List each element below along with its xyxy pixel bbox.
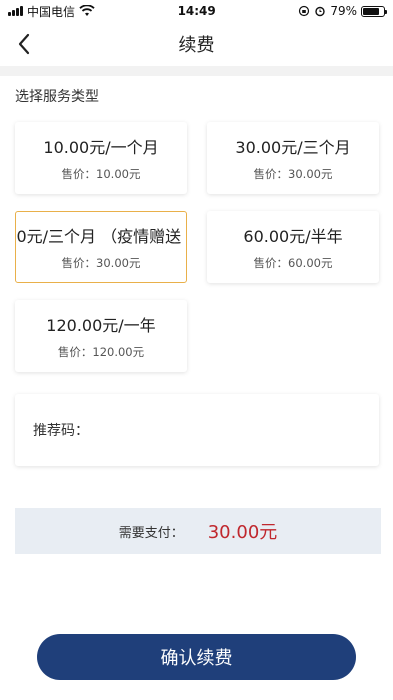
- plan-card-3-months-promo[interactable]: 30.00元/三个月 （疫情赠送 售价：30.00元: [15, 211, 187, 283]
- payment-row: 需要支付： 30.00元: [15, 508, 381, 554]
- plan-price: 售价：60.00元: [253, 256, 333, 270]
- confirm-renewal-button[interactable]: 确认续费: [37, 634, 356, 680]
- status-bar-left: 中国电信: [8, 3, 95, 20]
- orientation-lock-icon: [299, 5, 310, 17]
- back-button[interactable]: [10, 30, 38, 58]
- divider-band: [0, 66, 393, 76]
- plan-title: 60.00元/半年: [243, 227, 343, 246]
- battery-fill: [362, 7, 379, 15]
- battery-icon: [360, 5, 387, 17]
- plan-price: 售价：10.00元: [61, 167, 141, 181]
- plan-price: 售价：30.00元: [253, 167, 333, 181]
- referral-code-label: 推荐码：: [33, 423, 89, 439]
- page-title: 续费: [178, 35, 215, 56]
- plan-card-half-year[interactable]: 60.00元/半年 售价：60.00元: [207, 211, 379, 283]
- chevron-left-icon: [18, 33, 30, 55]
- plan-title: 30.00元/三个月 （疫情赠送: [16, 227, 182, 246]
- signal-icon: [8, 6, 23, 16]
- nav-bar: 续费: [0, 22, 393, 66]
- carrier-label: 中国电信: [27, 4, 76, 19]
- battery-percent: 79%: [330, 4, 357, 18]
- status-bar: 中国电信 14:49 79%: [0, 0, 393, 22]
- plan-price: 售价：30.00元: [61, 256, 141, 270]
- wifi-icon: [79, 5, 95, 16]
- payment-amount: 30.00元: [207, 522, 278, 543]
- plan-title: 120.00元/一年: [46, 316, 156, 335]
- payment-label: 需要支付：: [118, 525, 184, 541]
- referral-code-input[interactable]: [95, 412, 367, 448]
- status-time: 14:49: [177, 4, 216, 18]
- plan-title: 30.00元/三个月: [235, 138, 351, 157]
- referral-code-row: 推荐码：: [15, 394, 379, 466]
- plan-price: 售价：120.00元: [57, 345, 145, 359]
- alarm-icon: [315, 6, 326, 17]
- plan-card-3-months[interactable]: 30.00元/三个月 售价：30.00元: [207, 122, 379, 194]
- plan-card-1-year[interactable]: 120.00元/一年 售价：120.00元: [15, 300, 187, 372]
- plan-title: 10.00元/一个月: [43, 138, 159, 157]
- plan-card-1-month[interactable]: 10.00元/一个月 售价：10.00元: [15, 122, 187, 194]
- status-bar-right: 79%: [298, 4, 387, 18]
- section-label: 选择服务类型: [15, 89, 99, 105]
